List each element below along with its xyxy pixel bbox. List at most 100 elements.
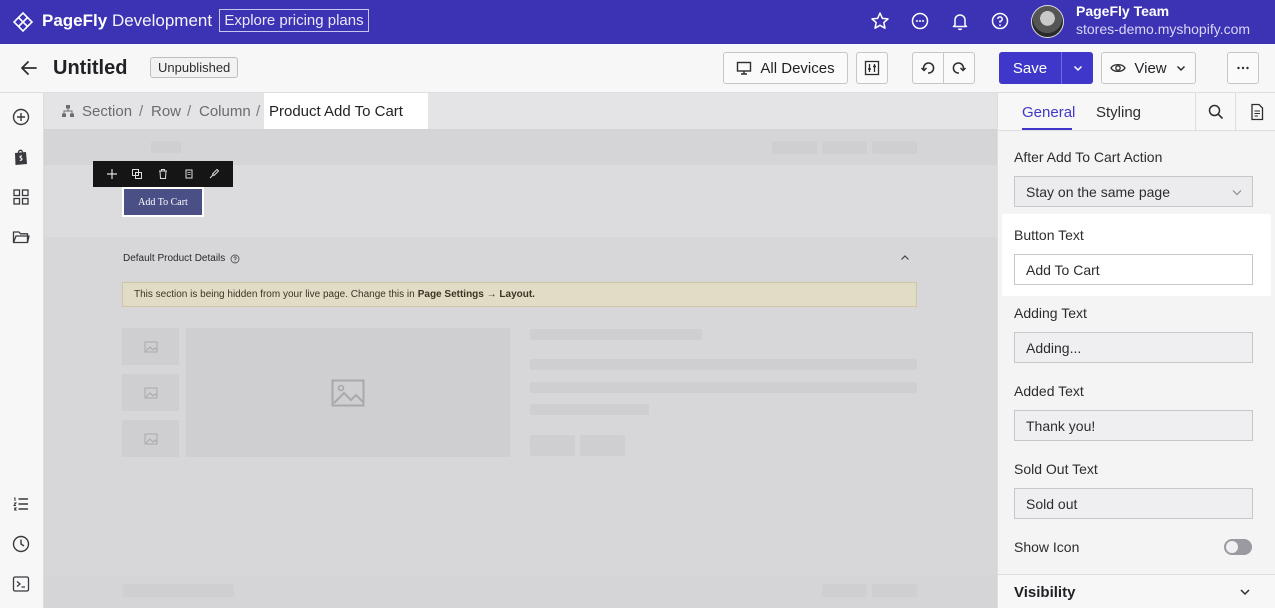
style-brush-icon[interactable] bbox=[208, 168, 220, 180]
grid-icon[interactable] bbox=[11, 187, 31, 207]
brand-env: Development bbox=[111, 11, 213, 30]
hidden-section-notice: This section is being hidden from your l… bbox=[122, 282, 917, 307]
sitemap-icon bbox=[62, 105, 74, 117]
added-text-input[interactable]: Thank you! bbox=[1014, 410, 1253, 441]
skeleton-bar bbox=[123, 584, 234, 597]
chevron-down-icon bbox=[1176, 65, 1185, 72]
document-icon[interactable] bbox=[1248, 103, 1266, 121]
help-icon[interactable] bbox=[989, 10, 1011, 32]
folder-icon[interactable] bbox=[11, 227, 31, 247]
chevron-down-icon bbox=[1232, 190, 1242, 196]
editor-header: Untitled Unpublished All Devices Save Vi… bbox=[0, 44, 1275, 93]
code-terminal-icon[interactable] bbox=[11, 574, 31, 594]
skeleton-bar bbox=[822, 584, 867, 597]
team-store: stores-demo.myshopify.com bbox=[1076, 21, 1251, 37]
tab-styling[interactable]: Styling bbox=[1096, 104, 1141, 121]
main-image-placeholder bbox=[186, 328, 510, 457]
avatar[interactable] bbox=[1031, 5, 1064, 38]
thumbnail-placeholder bbox=[122, 328, 179, 365]
view-button[interactable]: View bbox=[1101, 52, 1196, 84]
breadcrumb-row[interactable]: Row bbox=[151, 103, 181, 120]
breadcrumb-separator: / bbox=[139, 103, 144, 120]
show-icon-label: Show Icon bbox=[1014, 539, 1080, 555]
thumbnail-placeholder bbox=[122, 420, 179, 457]
eye-icon bbox=[1110, 63, 1127, 73]
layers-list-icon[interactable] bbox=[11, 494, 31, 514]
collapse-section-button[interactable] bbox=[894, 247, 916, 269]
save-options-button[interactable] bbox=[1061, 52, 1093, 84]
history-clock-icon[interactable] bbox=[11, 534, 31, 554]
active-tab-indicator bbox=[1022, 128, 1072, 130]
editor-canvas[interactable]: Section / Row / Column / Product Add To … bbox=[44, 93, 997, 608]
chevron-up-icon bbox=[901, 255, 909, 260]
help-icon[interactable] bbox=[230, 254, 240, 264]
added-text-label: Added Text bbox=[1014, 383, 1084, 399]
thumbnail-placeholder bbox=[122, 374, 179, 411]
skeleton-bar bbox=[530, 404, 649, 415]
image-icon bbox=[144, 433, 157, 444]
shopify-bag-icon[interactable] bbox=[11, 147, 31, 167]
undo-button[interactable] bbox=[912, 52, 944, 84]
sold-out-text-label: Sold Out Text bbox=[1014, 461, 1098, 477]
star-icon[interactable] bbox=[869, 10, 891, 32]
after-add-to-cart-label: After Add To Cart Action bbox=[1014, 149, 1163, 165]
show-icon-toggle[interactable] bbox=[1224, 539, 1252, 555]
breadcrumb-column[interactable]: Column bbox=[199, 103, 251, 120]
breadcrumb-current[interactable]: Product Add To Cart bbox=[264, 93, 428, 129]
more-options-button[interactable] bbox=[1227, 52, 1259, 84]
notice-text: This section is being hidden from your l… bbox=[134, 289, 415, 300]
tab-divider bbox=[1195, 93, 1196, 131]
more-dots-icon bbox=[1237, 66, 1249, 70]
chevron-down-icon bbox=[1073, 65, 1082, 72]
breadcrumb-separator: / bbox=[256, 103, 261, 120]
adding-text-label: Adding Text bbox=[1014, 305, 1087, 321]
view-label: View bbox=[1134, 59, 1167, 77]
chat-icon[interactable] bbox=[909, 10, 931, 32]
explore-pricing-button[interactable]: Explore pricing plans bbox=[219, 9, 369, 32]
skeleton-bar bbox=[822, 141, 867, 154]
image-icon bbox=[331, 379, 365, 406]
bell-icon[interactable] bbox=[949, 10, 971, 32]
element-toolbar bbox=[93, 161, 233, 187]
skeleton-bar bbox=[530, 329, 702, 340]
visibility-accordion[interactable]: Visibility bbox=[998, 574, 1275, 608]
skeleton-bar bbox=[151, 141, 181, 153]
add-element-icon[interactable] bbox=[11, 107, 31, 127]
button-text-label: Button Text bbox=[1014, 227, 1084, 243]
image-icon bbox=[144, 387, 157, 398]
breadcrumb-separator: / bbox=[187, 103, 192, 120]
inspector-panel: General Styling After Add To Cart Action… bbox=[997, 93, 1275, 608]
tab-general[interactable]: General bbox=[1022, 104, 1075, 121]
skeleton-bar bbox=[872, 584, 917, 597]
skeleton-bar bbox=[772, 141, 817, 154]
search-icon[interactable] bbox=[1207, 103, 1225, 121]
move-icon[interactable] bbox=[106, 168, 118, 180]
trash-icon[interactable] bbox=[157, 168, 169, 180]
duplicate-icon[interactable] bbox=[131, 168, 143, 180]
all-devices-label: All Devices bbox=[760, 59, 835, 77]
sold-out-text-input[interactable]: Sold out bbox=[1014, 488, 1253, 519]
button-text-input[interactable]: Add To Cart bbox=[1014, 254, 1253, 285]
monitor-icon bbox=[737, 61, 752, 75]
after-add-to-cart-select[interactable]: Stay on the same page bbox=[1014, 176, 1253, 207]
breadcrumb-section[interactable]: Section bbox=[82, 103, 132, 120]
copy-icon[interactable] bbox=[183, 168, 195, 180]
inspector-tabs: General Styling bbox=[998, 93, 1275, 131]
all-devices-button[interactable]: All Devices bbox=[723, 52, 848, 84]
undo-icon bbox=[920, 62, 935, 74]
visibility-label: Visibility bbox=[1014, 584, 1076, 601]
left-rail bbox=[0, 93, 44, 608]
notice-link[interactable]: Page Settings → Layout. bbox=[418, 289, 535, 300]
back-arrow-icon[interactable] bbox=[18, 57, 40, 79]
add-to-cart-button[interactable]: Add To Cart bbox=[122, 187, 204, 217]
settings-sliders-button[interactable] bbox=[856, 52, 888, 84]
top-bar: PageFly Development Explore pricing plan… bbox=[0, 0, 1275, 44]
brand-name: PageFly bbox=[42, 11, 108, 30]
page-title[interactable]: Untitled bbox=[53, 57, 127, 80]
adding-text-input[interactable]: Adding... bbox=[1014, 332, 1253, 363]
skeleton-bar bbox=[580, 435, 625, 456]
brand-title: PageFly Development bbox=[42, 11, 212, 31]
product-details-label: Default Product Details bbox=[123, 253, 226, 264]
save-button[interactable]: Save bbox=[999, 52, 1093, 84]
redo-button[interactable] bbox=[943, 52, 975, 84]
